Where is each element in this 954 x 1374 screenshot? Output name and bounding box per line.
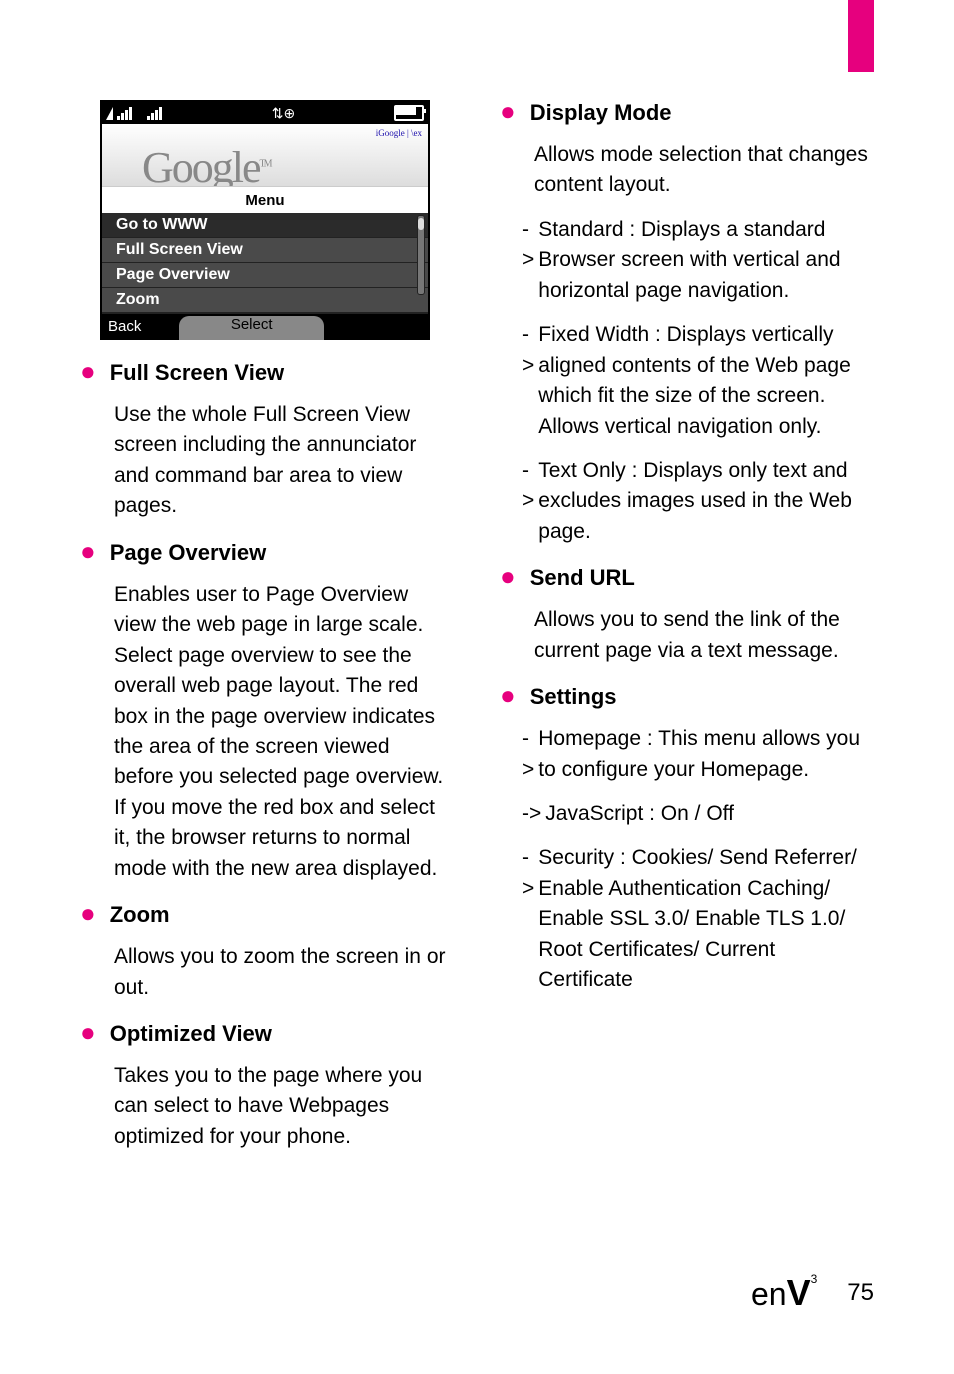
section-title-page-overview: Page Overview bbox=[110, 540, 267, 566]
sync-icon: ⇅⊕ bbox=[272, 105, 295, 122]
section-title-full-screen-view: Full Screen View bbox=[110, 360, 284, 386]
sub-item: Text Only : Displays only text and exclu… bbox=[538, 456, 870, 547]
section-body: Takes you to the page where you can sele… bbox=[114, 1061, 450, 1152]
section-title-display-mode: Display Mode bbox=[530, 100, 672, 126]
phone-menu-item: Full Screen View bbox=[102, 238, 428, 263]
sub-item: JavaScript : On / Off bbox=[545, 799, 734, 829]
arrow-icon: -> bbox=[522, 320, 534, 442]
bullet-icon: ● bbox=[500, 100, 516, 122]
section-body: Enables user to Page Overview view the w… bbox=[114, 580, 450, 884]
bullet-icon: ● bbox=[80, 360, 96, 382]
section-title-settings: Settings bbox=[530, 684, 617, 710]
softkey-select: Select bbox=[179, 316, 324, 340]
page-footer: enV3 75 bbox=[751, 1272, 874, 1314]
page-accent-tab bbox=[848, 0, 874, 72]
bullet-icon: ● bbox=[80, 902, 96, 924]
section-body: Allows mode selection that changes conte… bbox=[534, 140, 870, 201]
section-title-send-url: Send URL bbox=[530, 565, 635, 591]
phone-menu-list: Go to WWW Full Screen View Page Overview… bbox=[102, 213, 428, 314]
section-body: Allows you to send the link of the curre… bbox=[534, 605, 870, 666]
google-logo: GoogleTM bbox=[142, 142, 271, 186]
section-title-optimized-view: Optimized View bbox=[110, 1021, 272, 1047]
softkey-back: Back bbox=[100, 316, 149, 340]
phone-menu-title: Menu bbox=[102, 186, 428, 213]
phone-screenshot: ⇅⊕ iGoogle | \ex GoogleTM Menu Go to WWW… bbox=[100, 100, 430, 340]
phone-browser-area: iGoogle | \ex GoogleTM bbox=[102, 124, 428, 186]
signal-icon-2 bbox=[147, 106, 173, 120]
phone-menu-item: Go to WWW bbox=[102, 213, 428, 238]
sub-item: Fixed Width : Displays vertically aligne… bbox=[538, 320, 870, 442]
signal-icon bbox=[117, 106, 143, 120]
antenna-icon bbox=[106, 107, 113, 120]
arrow-icon: -> bbox=[522, 724, 534, 785]
phone-status-bar: ⇅⊕ bbox=[100, 100, 430, 124]
phone-menu-item: Zoom bbox=[102, 288, 428, 313]
arrow-icon: -> bbox=[522, 799, 541, 829]
phone-menu-item: Page Overview bbox=[102, 263, 428, 288]
bullet-icon: ● bbox=[80, 540, 96, 562]
arrow-icon: -> bbox=[522, 843, 534, 995]
arrow-icon: -> bbox=[522, 215, 534, 306]
sub-item: Security : Cookies/ Send Referrer/ Enabl… bbox=[538, 843, 870, 995]
bullet-icon: ● bbox=[500, 565, 516, 587]
browser-link-text: iGoogle | \ex bbox=[376, 128, 422, 138]
bullet-icon: ● bbox=[500, 684, 516, 706]
phone-scrollbar bbox=[416, 213, 426, 314]
battery-icon bbox=[394, 105, 424, 121]
bullet-icon: ● bbox=[80, 1021, 96, 1043]
arrow-icon: -> bbox=[522, 456, 534, 547]
section-body: Allows you to zoom the screen in or out. bbox=[114, 942, 450, 1003]
brand-logo: enV3 bbox=[751, 1272, 817, 1314]
page-number: 75 bbox=[847, 1279, 874, 1307]
phone-command-bar: Back Select bbox=[100, 316, 430, 340]
sub-item: Homepage : This menu allows you to confi… bbox=[538, 724, 870, 785]
sub-item: Standard : Displays a standard Browser s… bbox=[538, 215, 870, 306]
section-body: Use the whole Full Screen View screen in… bbox=[114, 400, 450, 522]
section-title-zoom: Zoom bbox=[110, 902, 170, 928]
